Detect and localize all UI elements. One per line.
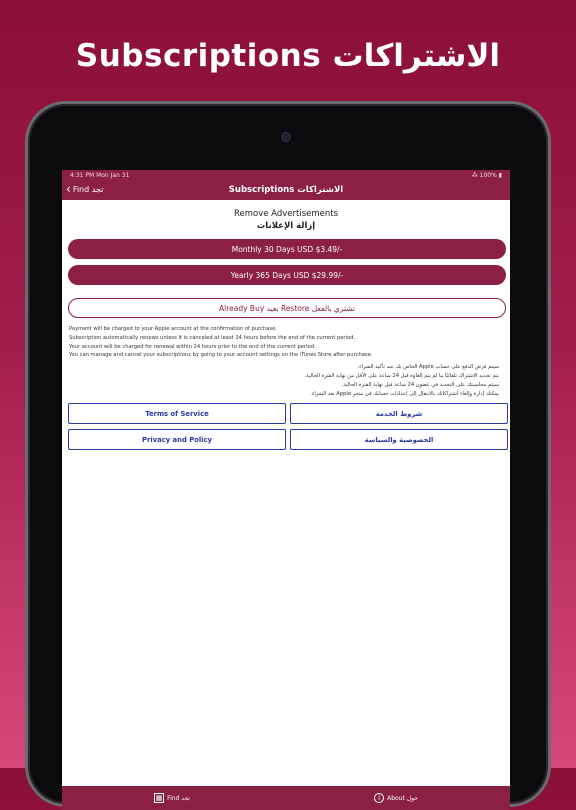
page-headline: Subscriptions الاشتراكات [75, 38, 501, 74]
info-icon: i [374, 793, 385, 803]
tablet-frame: 4:31 PM Mon Jan 31 ⁂ 100% ▮ ‹ Find تجد S… [28, 104, 548, 810]
legal-links: Terms of Service شروط الخدمة Privacy and… [68, 403, 508, 451]
terms-line-ar: سيتم فرض الدفع على حساب Apple الخاص بك ع… [357, 364, 500, 371]
nav-title: Subscriptions الاشتراكات [228, 185, 344, 195]
terms-line-ar: يمكنك إدارة وإلغاء اشتراكاتك بالانتقال إ… [310, 390, 499, 397]
tab-find[interactable]: ▦ Find تجد [154, 793, 190, 803]
subscription-content: Remove Advertisements إزالة الإعلانات Mo… [62, 200, 510, 451]
tab-about[interactable]: i About حول [374, 793, 418, 803]
tab-find-label: Find تجد [167, 794, 190, 802]
camera-dot [282, 133, 290, 141]
terms-arabic: سيتم فرض الدفع على حساب Apple الخاص بك ع… [68, 363, 504, 398]
terms-line-ar: يتم تجديد الاشتراك تلقائيًا ما لم يتم إل… [304, 372, 499, 379]
terms-line: Payment will be charged to your Apple ac… [69, 326, 277, 332]
terms-english: Payment will be charged to your Apple ac… [68, 325, 504, 360]
nav-bar: ‹ Find تجد Subscriptions الاشتراكات [62, 180, 510, 200]
restore-purchase-button[interactable]: Already Buy بعيد Restore تشتري بالفعل [68, 298, 506, 318]
tab-about-label: About حول [387, 794, 418, 802]
remove-ads-title-ar: إزالة الإعلانات [256, 221, 316, 231]
privacy-policy-button[interactable]: Privacy and Policy [68, 429, 286, 451]
terms-of-service-ar-button[interactable]: شروط الخدمة [290, 403, 508, 425]
tab-bar: ▦ Find تجد i About حول [62, 786, 510, 810]
monthly-plan-button[interactable]: Monthly 30 Days USD $3.49/- [68, 239, 506, 259]
terms-line: Subscription automatically renews unless… [69, 334, 356, 341]
app-screen: 4:31 PM Mon Jan 31 ⁂ 100% ▮ ‹ Find تجد S… [62, 170, 510, 810]
terms-line: Your account will be charged for renewal… [69, 343, 316, 350]
status-bar: 4:31 PM Mon Jan 31 ⁂ 100% ▮ [62, 170, 510, 180]
terms-line-ar: سيتم محاسبتك على التجديد في غضون 24 ساعة… [341, 381, 499, 388]
yearly-plan-button[interactable]: Yearly 365 Days USD $29.99/- [68, 265, 506, 285]
terms-line: You can manage and cancel your subscript… [69, 352, 373, 359]
remove-ads-title: Remove Advertisements [233, 209, 339, 219]
status-time: 4:31 PM Mon Jan 31 [70, 171, 130, 179]
terms-of-service-button[interactable]: Terms of Service [68, 403, 286, 425]
status-battery: ⁂ 100% ▮ [471, 171, 502, 179]
privacy-policy-ar-button[interactable]: الخصوصية والسياسة [290, 429, 508, 451]
grid-icon: ▦ [154, 793, 165, 803]
